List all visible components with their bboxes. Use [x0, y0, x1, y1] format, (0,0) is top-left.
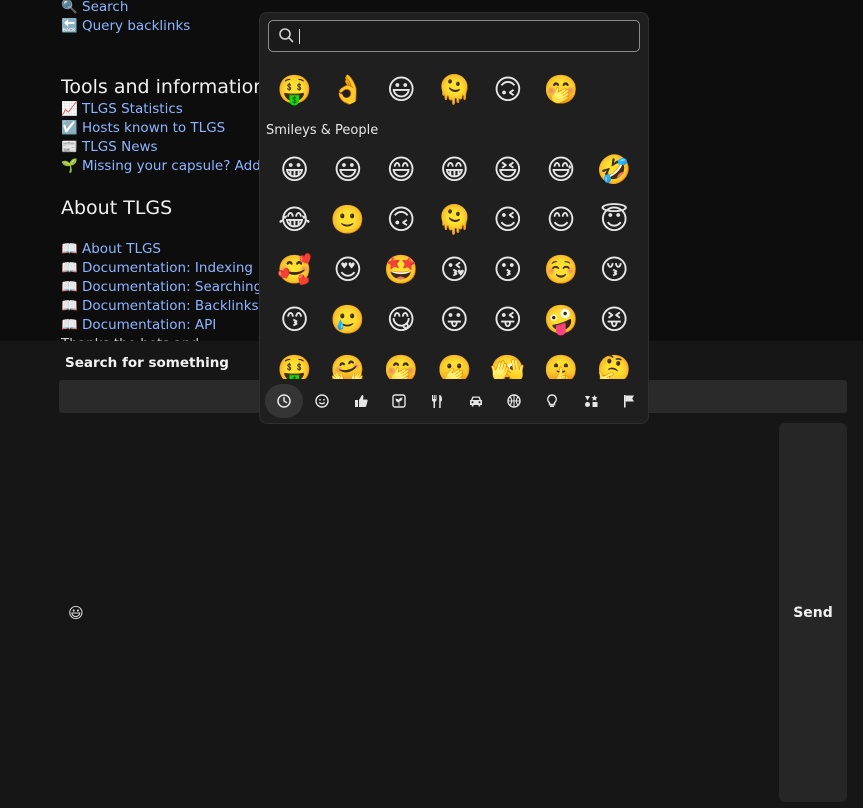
doc-searching-link[interactable]: 📖 Documentation: Searching	[61, 278, 262, 297]
book-icon: 📖	[61, 241, 78, 257]
grid-emoji[interactable]: 😙	[268, 300, 321, 340]
category-recent[interactable]	[265, 384, 304, 418]
hosts-link-text[interactable]: Hosts known to TLGS	[82, 120, 225, 136]
category-food[interactable]	[418, 384, 456, 418]
checkbox-icon: ☑️	[61, 120, 78, 136]
grid-emoji[interactable]: 😍	[321, 250, 374, 290]
category-symbols[interactable]	[571, 384, 609, 418]
send-button[interactable]: Send	[779, 423, 847, 802]
symbols-icon	[584, 395, 598, 407]
recent-emoji[interactable]: 🤭	[534, 70, 587, 110]
car-icon	[469, 396, 482, 407]
tools-section-title: Tools and information	[61, 76, 266, 98]
book-icon: 📖	[61, 279, 78, 295]
thumbs-up-icon	[354, 395, 368, 407]
grid-emoji[interactable]: 🫠	[428, 200, 481, 240]
category-travel[interactable]	[456, 384, 494, 418]
grid-emoji[interactable]: ☺️	[534, 250, 587, 290]
emoji-picker: 🤑 👌 😃 🫠 🙃 🤭 Smileys & People 😀 😃 😄 😁 😆 😅 🤣 😂 🙂 🙃 🫠 😉 😊 😇 🥰 😍…	[259, 12, 649, 424]
grid-emoji[interactable]: 😆	[481, 150, 534, 190]
grid-emoji[interactable]: 😚	[588, 250, 641, 290]
book-icon: 📖	[61, 260, 78, 276]
seedling-icon: 🌱	[61, 158, 78, 174]
grid-emoji[interactable]: 😋	[375, 300, 428, 340]
magnifier-icon: 🔍	[61, 0, 78, 15]
grid-emoji[interactable]: 😊	[534, 200, 587, 240]
search-link[interactable]: 🔍 Search	[61, 0, 190, 17]
newspaper-icon: 📰	[61, 139, 78, 155]
category-objects[interactable]	[533, 384, 571, 418]
category-activities[interactable]	[495, 384, 533, 418]
emoji-grid: 😀 😃 😄 😁 😆 😅 🤣 😂 🙂 🙃 🫠 😉 😊 😇 🥰 😍 🤩 😘 😗 ☺️ 😚 😙 🥲 😋 😛 😜 🤪 😝 🤑 🤗 🤭 🫢 🫣 🤫 🤔	[268, 150, 640, 400]
panel-header: Search for something	[65, 355, 229, 371]
clock-icon	[277, 394, 291, 408]
flag-icon	[623, 395, 634, 408]
grid-emoji[interactable]: 🥰	[268, 250, 321, 290]
search-link-text[interactable]: Search	[82, 0, 128, 15]
emoji-picker-button[interactable]: 😃	[66, 603, 86, 623]
grid-emoji[interactable]: 😇	[588, 200, 641, 240]
category-bar	[260, 379, 648, 423]
ball-icon	[507, 394, 521, 408]
query-backlinks-link[interactable]: 🔙 Query backlinks	[61, 17, 190, 36]
grid-emoji[interactable]: 🥲	[321, 300, 374, 340]
about-section-title: About TLGS	[61, 197, 173, 219]
recent-emoji[interactable]: 🤑	[268, 70, 321, 110]
grid-emoji[interactable]: 😃	[321, 150, 374, 190]
category-label: Smileys & People	[266, 123, 379, 138]
about-link[interactable]: 📖 About TLGS	[61, 240, 262, 259]
about-link-text[interactable]: About TLGS	[82, 241, 161, 257]
back-arrow-icon: 🔙	[61, 18, 78, 34]
smiley-icon: 😃	[68, 604, 84, 622]
book-icon: 📖	[61, 317, 78, 333]
grid-emoji[interactable]: 😘	[428, 250, 481, 290]
emoji-search-field[interactable]	[268, 20, 640, 52]
grid-emoji[interactable]: 🤪	[534, 300, 587, 340]
recent-emoji[interactable]: 😃	[375, 70, 428, 110]
doc-indexing-link-text[interactable]: Documentation: Indexing	[82, 260, 253, 276]
doc-searching-link-text[interactable]: Documentation: Searching	[82, 279, 262, 295]
category-smileys[interactable]	[303, 384, 341, 418]
grid-emoji[interactable]: 🙃	[375, 200, 428, 240]
text-caret	[299, 29, 300, 44]
doc-backlinks-link[interactable]: 📖 Documentation: Backlinks	[61, 297, 262, 316]
recent-emoji[interactable]: 👌	[321, 70, 374, 110]
grid-emoji[interactable]: 😗	[481, 250, 534, 290]
recent-emojis: 🤑 👌 😃 🫠 🙃 🤭	[268, 70, 588, 110]
grid-emoji[interactable]: 😜	[481, 300, 534, 340]
grid-emoji[interactable]: 😄	[375, 150, 428, 190]
category-flags[interactable]	[610, 384, 648, 418]
doc-backlinks-link-text[interactable]: Documentation: Backlinks	[82, 298, 259, 314]
grid-emoji[interactable]: 🤩	[375, 250, 428, 290]
smiley-icon	[315, 394, 330, 408]
lightbulb-icon	[547, 394, 558, 407]
grid-emoji[interactable]: 😅	[534, 150, 587, 190]
doc-api-link-text[interactable]: Documentation: API	[82, 317, 216, 333]
grid-emoji[interactable]: 😁	[428, 150, 481, 190]
grid-emoji[interactable]: 😛	[428, 300, 481, 340]
category-people[interactable]	[342, 384, 380, 418]
recent-emoji[interactable]: 🫠	[428, 70, 481, 110]
query-backlinks-link-text[interactable]: Query backlinks	[82, 18, 190, 34]
grid-emoji[interactable]: 😝	[588, 300, 641, 340]
chart-icon: 📈	[61, 101, 78, 117]
grid-emoji[interactable]: 🤣	[588, 150, 641, 190]
grid-emoji[interactable]: 😉	[481, 200, 534, 240]
plant-icon	[392, 394, 406, 408]
utensils-icon	[432, 395, 443, 408]
book-icon: 📖	[61, 298, 78, 314]
grid-emoji[interactable]: 😀	[268, 150, 321, 190]
search-icon	[279, 28, 294, 43]
news-link-text[interactable]: TLGS News	[82, 139, 158, 155]
grid-emoji[interactable]: 😂	[268, 200, 321, 240]
doc-api-link[interactable]: 📖 Documentation: API	[61, 316, 262, 335]
doc-indexing-link[interactable]: 📖 Documentation: Indexing	[61, 259, 262, 278]
recent-emoji[interactable]: 🙃	[481, 70, 534, 110]
stats-link-text[interactable]: TLGS Statistics	[82, 101, 183, 117]
grid-emoji[interactable]: 🙂	[321, 200, 374, 240]
emoji-search-input[interactable]	[305, 24, 629, 48]
category-nature[interactable]	[380, 384, 418, 418]
